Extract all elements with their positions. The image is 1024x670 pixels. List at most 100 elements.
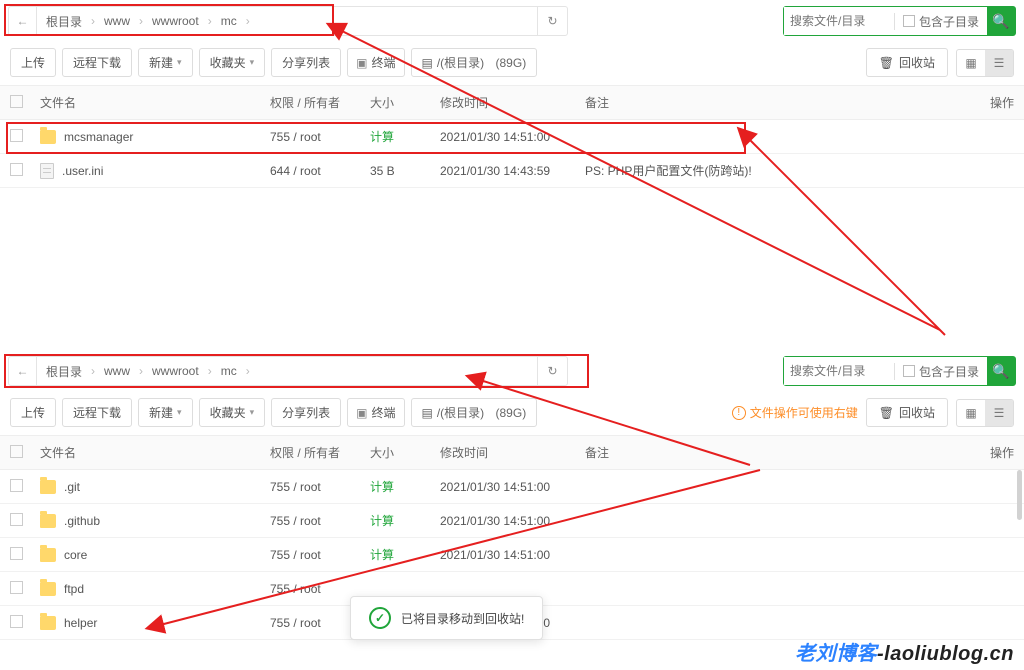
folder-icon <box>40 616 56 630</box>
col-mtime: 修改时间 <box>440 444 585 461</box>
terminal-icon: ▣ <box>356 56 367 70</box>
view-grid-button[interactable]: ▦ <box>957 50 985 76</box>
breadcrumb-wwwroot[interactable]: wwwroot <box>149 12 202 30</box>
search-group: 包含子目录 🔍 <box>783 6 1016 36</box>
remote-download-button[interactable]: 远程下载 <box>62 398 132 427</box>
breadcrumb-www[interactable]: www <box>101 362 133 380</box>
share-list-button[interactable]: 分享列表 <box>271 48 341 77</box>
breadcrumb-root[interactable]: 根目录 <box>43 361 85 382</box>
file-name: .user.ini <box>62 164 103 178</box>
breadcrumb-mc[interactable]: mc <box>218 12 240 30</box>
file-perm[interactable]: 755 / root <box>270 514 370 528</box>
view-mode-group: ▦ ☰ <box>956 399 1014 427</box>
file-icon <box>40 163 54 179</box>
row-checkbox[interactable] <box>10 163 23 176</box>
favorite-button[interactable]: 收藏夹▾ <box>199 398 266 427</box>
file-perm[interactable]: 644 / root <box>270 164 370 178</box>
favorite-button[interactable]: 收藏夹▾ <box>199 48 266 77</box>
folder-icon <box>40 582 56 596</box>
file-size[interactable]: 计算 <box>370 478 440 495</box>
terminal-button[interactable]: ▣终端 <box>347 398 404 427</box>
include-subdir-toggle[interactable]: 包含子目录 <box>894 13 987 30</box>
trash-icon: 🗑 <box>879 56 894 70</box>
back-icon[interactable]: ← <box>9 357 37 385</box>
col-mtime: 修改时间 <box>440 94 585 111</box>
select-all-checkbox[interactable] <box>10 95 23 108</box>
disk-icon: ▤ <box>422 56 433 70</box>
recycle-bin-button[interactable]: 🗑回收站 <box>866 48 948 77</box>
file-name: core <box>64 548 87 562</box>
scrollbar[interactable] <box>1017 470 1022 520</box>
col-note: 备注 <box>585 94 944 111</box>
table-row[interactable]: .git 755 / root 计算 2021/01/30 14:51:00 <box>0 470 1024 504</box>
new-button[interactable]: 新建▾ <box>138 48 193 77</box>
file-name: .github <box>64 514 100 528</box>
file-size[interactable]: 计算 <box>370 546 440 563</box>
remote-download-button[interactable]: 远程下载 <box>62 48 132 77</box>
col-size: 大小 <box>370 444 440 461</box>
warn-icon: ! <box>732 406 746 420</box>
col-name[interactable]: 文件名 <box>40 94 270 111</box>
refresh-icon[interactable]: ↻ <box>537 357 567 385</box>
table-header: 文件名 权限 / 所有者 大小 修改时间 备注 操作 <box>0 436 1024 470</box>
include-subdir-toggle[interactable]: 包含子目录 <box>894 363 987 380</box>
terminal-button[interactable]: ▣终端 <box>347 48 404 77</box>
new-button[interactable]: 新建▾ <box>138 398 193 427</box>
search-button[interactable]: 🔍 <box>987 7 1015 35</box>
table-row[interactable]: .github 755 / root 计算 2021/01/30 14:51:0… <box>0 504 1024 538</box>
table-row[interactable]: .user.ini 644 / root 35 B 2021/01/30 14:… <box>0 154 1024 188</box>
disk-selector[interactable]: ▤ /(根目录) (89G) <box>411 48 538 77</box>
include-subdir-label: 包含子目录 <box>919 13 979 30</box>
row-checkbox[interactable] <box>10 547 23 560</box>
row-checkbox[interactable] <box>10 513 23 526</box>
recycle-bin-button[interactable]: 🗑回收站 <box>866 398 948 427</box>
share-list-button[interactable]: 分享列表 <box>271 398 341 427</box>
file-perm[interactable]: 755 / root <box>270 130 370 144</box>
col-size: 大小 <box>370 94 440 111</box>
row-checkbox[interactable] <box>10 479 23 492</box>
select-all-checkbox[interactable] <box>10 445 23 458</box>
disk-selector[interactable]: ▤ /(根目录) (89G) <box>411 398 538 427</box>
col-name[interactable]: 文件名 <box>40 444 270 461</box>
upload-button[interactable]: 上传 <box>10 398 56 427</box>
search-button[interactable]: 🔍 <box>987 357 1015 385</box>
view-list-button[interactable]: ☰ <box>985 50 1013 76</box>
view-mode-group: ▦ ☰ <box>956 49 1014 77</box>
view-grid-button[interactable]: ▦ <box>957 400 985 426</box>
back-icon[interactable]: ← <box>9 7 37 35</box>
breadcrumb-wwwroot[interactable]: wwwroot <box>149 362 202 380</box>
file-name: mcsmanager <box>64 130 133 144</box>
include-subdir-label: 包含子目录 <box>919 363 979 380</box>
file-perm[interactable]: 755 / root <box>270 582 370 596</box>
row-checkbox[interactable] <box>10 615 23 628</box>
breadcrumb-www[interactable]: www <box>101 12 133 30</box>
file-perm[interactable]: 755 / root <box>270 480 370 494</box>
breadcrumb-root[interactable]: 根目录 <box>43 11 85 32</box>
view-list-button[interactable]: ☰ <box>985 400 1013 426</box>
breadcrumb: ← 根目录› www› wwwroot› mc› ↻ <box>8 356 568 386</box>
search-input[interactable] <box>784 357 894 385</box>
table-row[interactable]: core 755 / root 计算 2021/01/30 14:51:00 <box>0 538 1024 572</box>
search-input[interactable] <box>784 7 894 35</box>
row-checkbox[interactable] <box>10 129 23 142</box>
breadcrumb-mc[interactable]: mc <box>218 362 240 380</box>
search-group: 包含子目录 🔍 <box>783 356 1016 386</box>
row-checkbox[interactable] <box>10 581 23 594</box>
toast-notification: ✓ 已将目录移动到回收站! <box>350 596 543 640</box>
terminal-icon: ▣ <box>356 406 367 420</box>
refresh-icon[interactable]: ↻ <box>537 7 567 35</box>
file-mtime: 2021/01/30 14:51:00 <box>440 514 585 528</box>
table-row[interactable]: mcsmanager 755 / root 计算 2021/01/30 14:5… <box>0 120 1024 154</box>
file-mtime: 2021/01/30 14:51:00 <box>440 130 585 144</box>
file-mtime: 2021/01/30 14:51:00 <box>440 548 585 562</box>
upload-button[interactable]: 上传 <box>10 48 56 77</box>
file-size[interactable]: 计算 <box>370 128 440 145</box>
file-size[interactable]: 计算 <box>370 512 440 529</box>
checkbox-icon <box>903 15 915 27</box>
folder-icon <box>40 514 56 528</box>
watermark: 老刘博客-laoliublog.cn <box>795 637 1014 666</box>
file-name: helper <box>64 616 97 630</box>
file-perm[interactable]: 755 / root <box>270 548 370 562</box>
file-mtime: 2021/01/30 14:51:00 <box>440 480 585 494</box>
folder-icon <box>40 548 56 562</box>
